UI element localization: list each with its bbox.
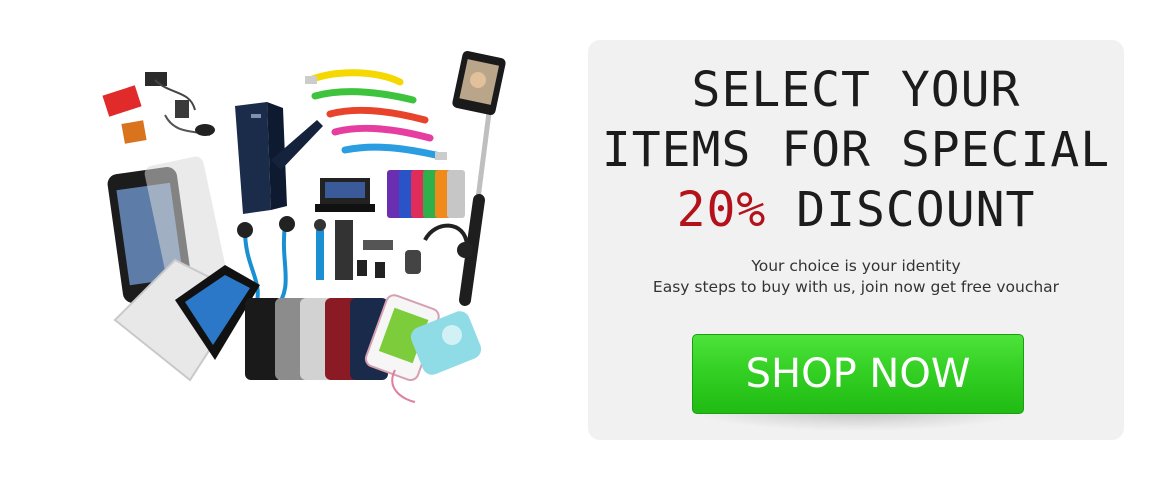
shop-now-button[interactable]: SHOP NOW — [692, 334, 1024, 414]
product-collage-image — [95, 50, 525, 410]
discount-word: DISCOUNT — [796, 182, 1036, 238]
promo-tagline: Your choice is your identity Easy steps … — [588, 256, 1124, 298]
tagline-line-1: Your choice is your identity — [751, 257, 961, 275]
phone-cases-icon — [245, 298, 388, 380]
discount-amount: 20% — [676, 182, 767, 238]
headset-icon — [335, 220, 473, 280]
headline-line-1: SELECT YOUR — [691, 62, 1021, 118]
chargers-icon — [102, 72, 215, 144]
tagline-line-2: Easy steps to buy with us, join now get … — [652, 278, 1060, 296]
usb-cables-icon — [305, 69, 447, 160]
flip-case-icon — [235, 102, 323, 214]
headline-line-3: 20% DISCOUNT — [588, 180, 1124, 240]
shop-now-button-wrapper: SHOP NOW — [692, 334, 1024, 430]
promo-headline: SELECT YOUR ITEMS FOR SPECIAL 20% DISCOU… — [588, 60, 1124, 240]
promo-panel: SELECT YOUR ITEMS FOR SPECIAL 20% DISCOU… — [588, 40, 1124, 440]
headline-line-2: ITEMS FOR SPECIAL — [601, 122, 1111, 178]
docking-station-icon — [315, 178, 375, 212]
phone-cases-icon — [387, 170, 465, 218]
